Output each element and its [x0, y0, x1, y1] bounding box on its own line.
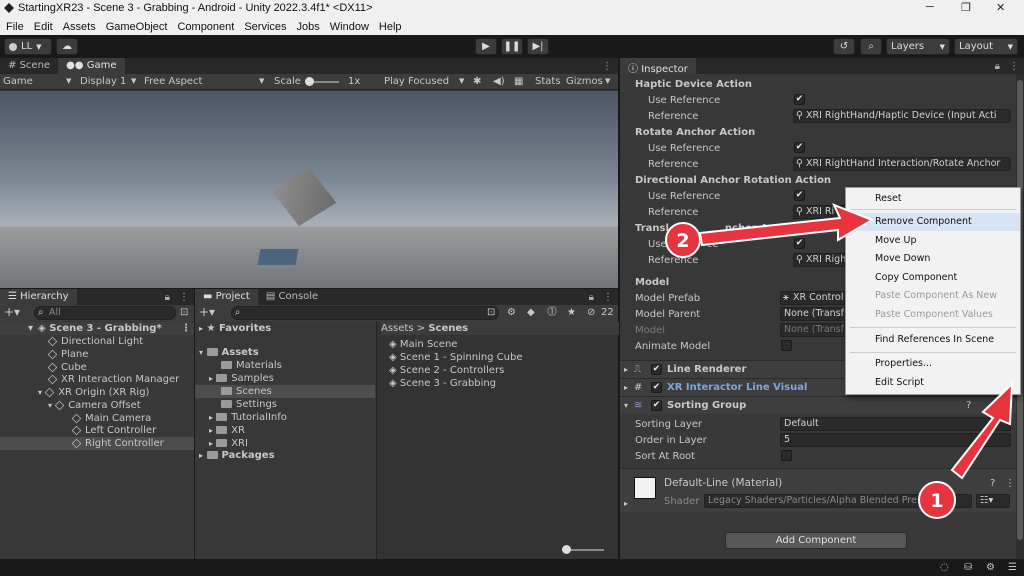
annotation-arrow-1	[950, 381, 1014, 480]
annotation-arrow-2	[698, 203, 875, 247]
annotation-overlay: 2 1	[665, 203, 1014, 519]
annotation-label-2: 2	[676, 230, 689, 252]
annotation-label-1: 1	[930, 490, 943, 512]
